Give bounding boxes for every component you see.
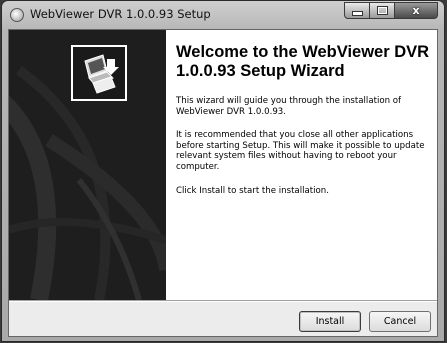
instruction-text: Click Install to start the installation. (176, 186, 329, 196)
maximize-button[interactable] (370, 2, 395, 19)
maximize-icon (376, 6, 388, 15)
intro-text: This wizard will guide you through the i… (176, 96, 402, 117)
close-button[interactable]: x (395, 2, 438, 19)
wizard-footer: Install Cancel (9, 302, 437, 336)
window-controls: x (344, 2, 438, 20)
wizard-client-area: Welcome to the WebViewer DVR 1.0.0.93 Se… (8, 29, 438, 337)
close-icon: x (412, 4, 420, 17)
app-icon (10, 8, 24, 22)
title-bar[interactable]: WebViewer DVR 1.0.0.93 Setup x (2, 1, 444, 29)
minimize-button[interactable] (344, 2, 370, 19)
wizard-content: Welcome to the WebViewer DVR 1.0.0.93 Se… (166, 30, 437, 300)
cancel-button[interactable]: Cancel (369, 311, 431, 332)
welcome-heading: Welcome to the WebViewer DVR 1.0.0.93 Se… (176, 43, 430, 80)
minimize-icon (351, 10, 363, 16)
install-button[interactable]: Install (299, 311, 361, 332)
setup-window: WebViewer DVR 1.0.0.93 Setup x Welcome t… (1, 0, 445, 342)
recommendation-text: It is recommended that you close all oth… (176, 130, 425, 172)
installer-computer-icon (71, 45, 127, 101)
window-title: WebViewer DVR 1.0.0.93 Setup (30, 7, 211, 21)
wizard-side-panel (9, 30, 166, 300)
